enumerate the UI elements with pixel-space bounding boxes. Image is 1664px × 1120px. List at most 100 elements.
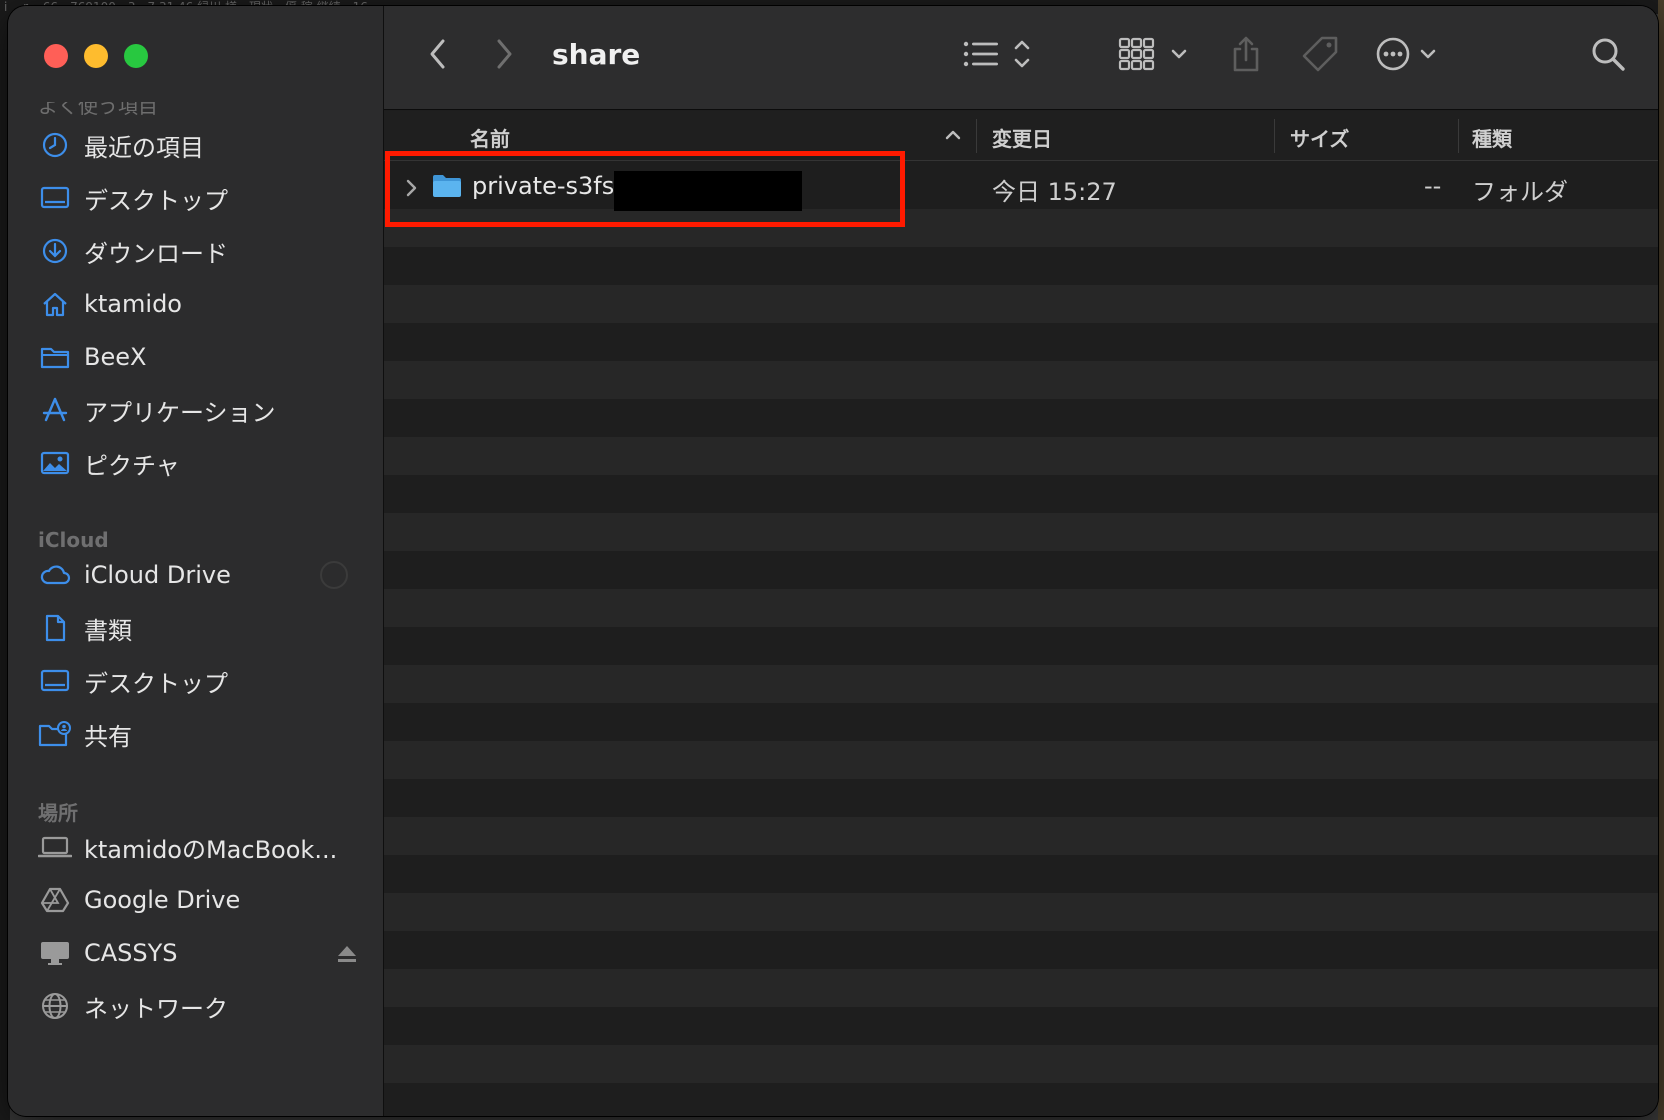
action-button[interactable]: [1372, 36, 1452, 76]
column-separator[interactable]: [1458, 119, 1459, 153]
sidebar-favorites-heading: よく使う項目: [38, 102, 158, 116]
empty-row: [384, 513, 1658, 551]
eject-icon[interactable]: [336, 942, 358, 964]
display-icon: [38, 936, 72, 970]
sidebar-item-label: ネットワーク: [84, 994, 228, 1023]
document-icon: [38, 611, 72, 645]
sidebar-item-label: 最近の項目: [84, 133, 204, 162]
sidebar-item-label: CASSYS: [84, 939, 178, 967]
window-controls: [44, 44, 148, 68]
search-button[interactable]: [1588, 36, 1628, 76]
sync-status-icon: [320, 561, 348, 589]
shared-folder-icon: [38, 717, 72, 751]
empty-row: [384, 1045, 1658, 1083]
sidebar-item-applications[interactable]: アプリケーション: [38, 387, 368, 433]
grid-group-icon: [1118, 36, 1190, 76]
sidebar-section-locations: 場所: [38, 801, 78, 825]
folder-icon: [38, 340, 72, 374]
sidebar-item-label: デスクトップ: [84, 669, 228, 698]
empty-row: [384, 285, 1658, 323]
sidebar-item-downloads[interactable]: ダウンロード: [38, 228, 368, 274]
back-button[interactable]: [420, 36, 456, 76]
sidebar-item-pictures[interactable]: ピクチャ: [38, 440, 368, 486]
chevron-right-icon: [494, 38, 514, 74]
google-drive-icon: [38, 883, 72, 917]
sidebar-item-icloud-desktop[interactable]: デスクトップ: [38, 658, 368, 704]
annotation-highlight-box: [385, 151, 905, 227]
download-icon: [38, 234, 72, 268]
file-list: [384, 162, 1658, 1116]
forward-button[interactable]: [486, 36, 522, 76]
finder-window: よく使う項目 最近の項目 デスクトップ ダウンロード ktamido BeeX …: [8, 6, 1658, 1116]
column-separator[interactable]: [1274, 119, 1275, 153]
sort-ascending-icon[interactable]: [944, 121, 962, 152]
empty-row: [384, 437, 1658, 475]
empty-row: [384, 893, 1658, 931]
network-icon: [38, 989, 72, 1023]
zoom-window-button[interactable]: [124, 44, 148, 68]
close-window-button[interactable]: [44, 44, 68, 68]
sidebar-item-network[interactable]: ネットワーク: [38, 983, 368, 1029]
main-content: share 名前 変更日 サイズ 種類 private-s3fs- 今日 15:…: [384, 6, 1658, 1116]
file-size: --: [1424, 172, 1442, 200]
tag-button[interactable]: [1298, 36, 1342, 76]
sidebar-item-shared[interactable]: 共有: [38, 711, 368, 757]
background-edge-right: [1658, 0, 1664, 1120]
column-header-modified[interactable]: 変更日: [992, 123, 1052, 152]
empty-row: [384, 361, 1658, 399]
view-options-button[interactable]: [960, 36, 1040, 76]
sidebar-item-google-drive[interactable]: Google Drive: [38, 877, 368, 923]
cloud-icon: [38, 558, 72, 592]
desktop-icon: [38, 181, 72, 215]
sidebar-item-beex[interactable]: BeeX: [38, 334, 368, 380]
sidebar-item-macbook[interactable]: ktamidoのMacBook...: [38, 824, 368, 870]
sidebar-item-label: ピクチャ: [84, 451, 180, 480]
sidebar-item-label: 書類: [84, 616, 132, 645]
file-kind: フォルダ: [1472, 178, 1568, 206]
sidebar-item-label: iCloud Drive: [84, 561, 231, 589]
sidebar-item-label: BeeX: [84, 343, 147, 371]
chevron-left-icon: [428, 38, 448, 74]
column-header-size[interactable]: サイズ: [1290, 123, 1349, 152]
applications-icon: [38, 393, 72, 427]
share-icon: [1230, 35, 1262, 77]
sidebar-item-cassys[interactable]: CASSYS: [38, 930, 368, 976]
file-modified: 今日 15:27: [992, 178, 1117, 206]
sidebar-item-label: アプリケーション: [84, 398, 276, 427]
column-header-kind[interactable]: 種類: [1472, 123, 1512, 152]
sidebar-item-recents[interactable]: 最近の項目: [38, 122, 368, 168]
column-separator[interactable]: [976, 119, 977, 153]
tag-icon: [1300, 35, 1340, 77]
column-header-name[interactable]: 名前: [470, 123, 510, 152]
laptop-icon: [38, 830, 72, 864]
sidebar: よく使う項目 最近の項目 デスクトップ ダウンロード ktamido BeeX …: [8, 6, 384, 1116]
sidebar-section-icloud: iCloud: [38, 528, 109, 552]
sidebar-item-home[interactable]: ktamido: [38, 281, 368, 327]
sidebar-item-documents[interactable]: 書類: [38, 605, 368, 651]
empty-row: [384, 969, 1658, 1007]
empty-row: [384, 589, 1658, 627]
sidebar-item-label: 共有: [84, 722, 132, 751]
sidebar-item-desktop[interactable]: デスクトップ: [38, 175, 368, 221]
empty-row: [384, 665, 1658, 703]
home-icon: [38, 287, 72, 321]
sidebar-item-label: デスクトップ: [84, 186, 228, 215]
search-icon: [1590, 36, 1626, 76]
sidebar-item-label: ktamidoのMacBook...: [84, 835, 338, 864]
sidebar-item-label: ktamido: [84, 290, 182, 318]
empty-row: [384, 741, 1658, 779]
sidebar-item-icloud-drive[interactable]: iCloud Drive: [38, 552, 368, 598]
list-view-icon: [962, 36, 1038, 76]
clock-icon: [38, 128, 72, 162]
group-button[interactable]: [1116, 36, 1192, 76]
window-title: share: [552, 38, 641, 71]
share-button[interactable]: [1226, 36, 1266, 76]
toolbar: share: [384, 6, 1658, 110]
sidebar-item-label: Google Drive: [84, 886, 241, 914]
desktop-icon: [38, 664, 72, 698]
minimize-window-button[interactable]: [84, 44, 108, 68]
empty-row: [384, 817, 1658, 855]
sidebar-item-label: ダウンロード: [84, 239, 228, 268]
pictures-icon: [38, 446, 72, 480]
more-options-icon: [1374, 35, 1450, 77]
